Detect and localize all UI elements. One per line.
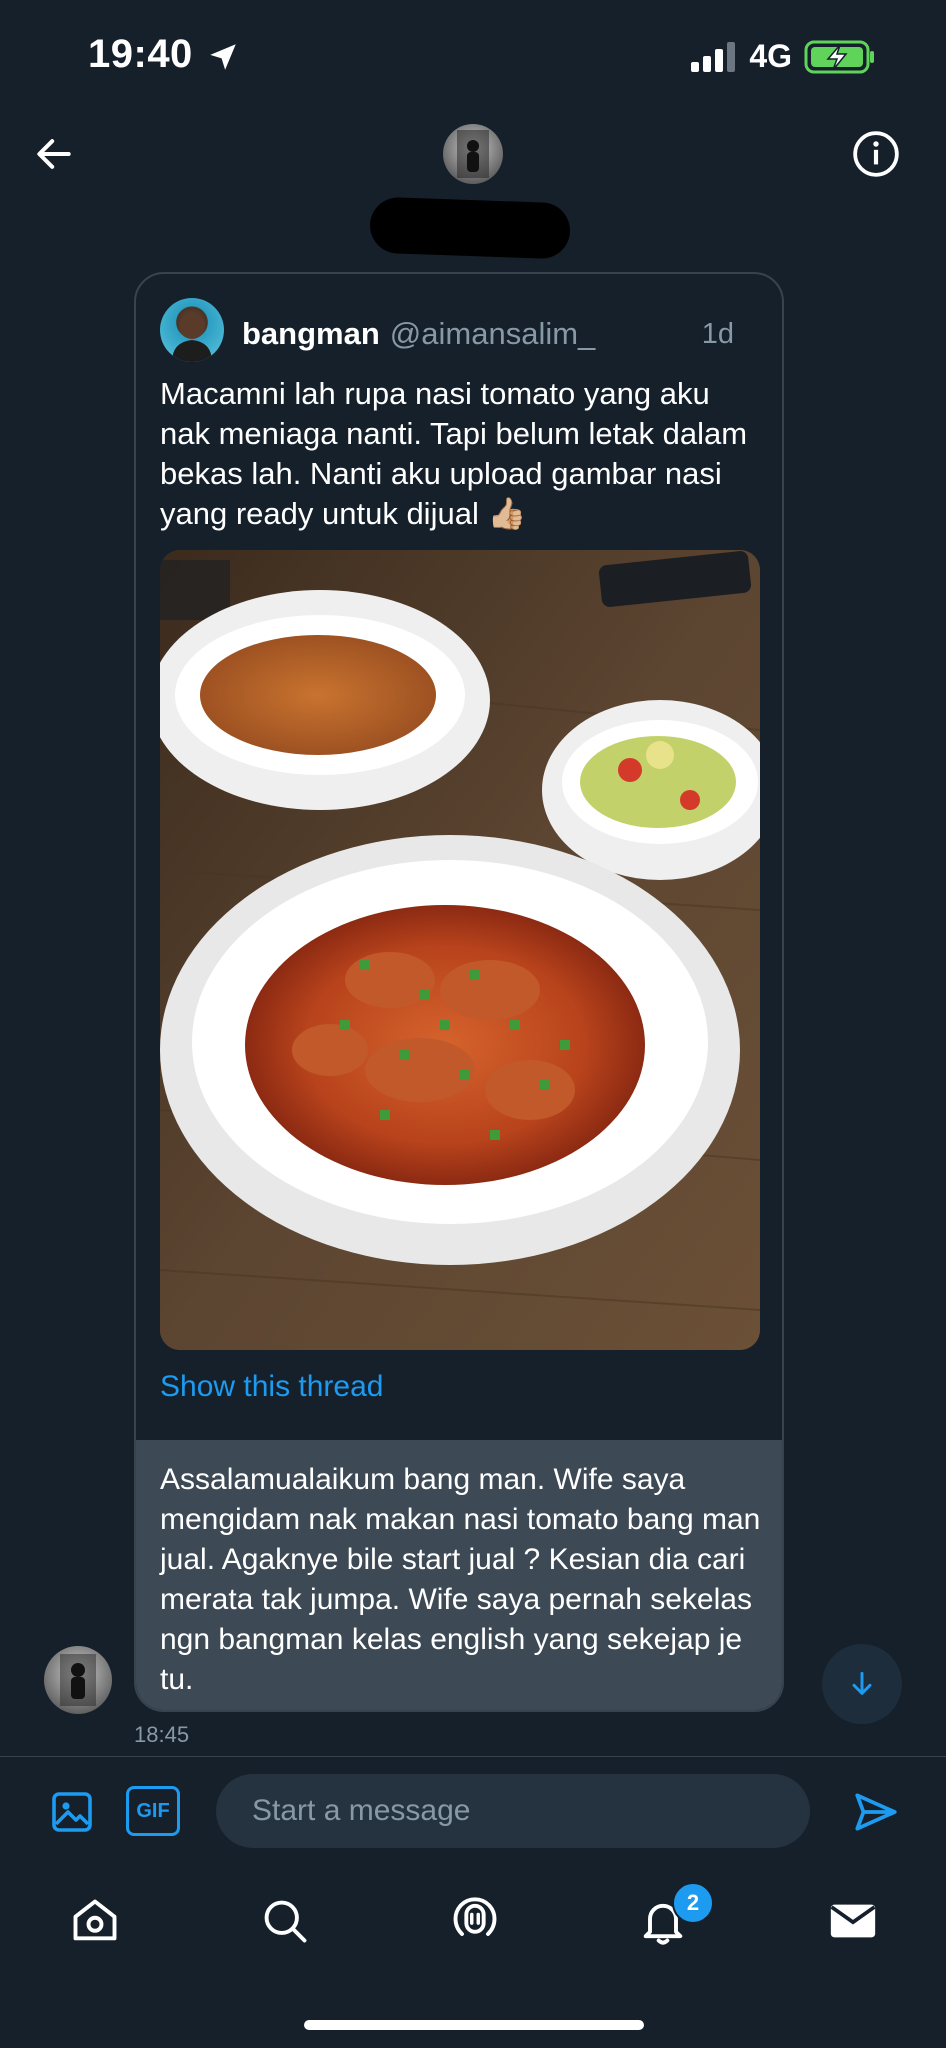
tweet-photo[interactable] (160, 550, 760, 1350)
spaces-icon (453, 1897, 497, 1936)
scroll-to-bottom-button[interactable] (822, 1644, 902, 1724)
shared-tweet-card[interactable]: bangman @aimansalim_ 1d Macamni lah rupa… (134, 272, 784, 1712)
gif-label: GIF (136, 1799, 170, 1822)
network-label: 4G (749, 38, 792, 74)
arrow-down-icon (852, 1671, 872, 1695)
nav-spaces[interactable] (442, 1888, 508, 1954)
home-icon (73, 1899, 117, 1941)
tweet-author-name[interactable]: bangman (242, 316, 380, 352)
send-icon (855, 1793, 897, 1831)
message-input-placeholder: Start a message (252, 1794, 471, 1827)
composer-divider (0, 1756, 946, 1757)
back-button[interactable] (28, 128, 80, 180)
nav-home[interactable] (62, 1888, 128, 1954)
search-icon (264, 1900, 307, 1943)
messages-icon (830, 1904, 876, 1938)
tweet-author-handle[interactable]: @aimansalim_ (390, 316, 595, 352)
info-circle-icon (853, 131, 899, 177)
show-thread-link[interactable]: Show this thread (160, 1370, 383, 1404)
message-text: Assalamualaikum bang man. Wife saya meng… (160, 1463, 761, 1696)
author-photo (172, 313, 212, 362)
home-indicator (304, 2020, 644, 2030)
signal-icon (691, 41, 736, 72)
message-bubble[interactable]: Assalamualaikum bang man. Wife saya meng… (136, 1440, 782, 1710)
battery-charging-icon (804, 40, 874, 73)
nav-search[interactable] (252, 1888, 318, 1954)
notification-count-badge: 2 (672, 1882, 714, 1924)
person-silhouette-icon (457, 130, 489, 178)
status-time: 19:40 (88, 32, 193, 76)
tweet-author-avatar[interactable] (160, 298, 224, 362)
tweet-author: bangman @aimansalim_ (242, 316, 595, 352)
info-button[interactable] (848, 126, 904, 182)
sender-avatar[interactable] (44, 1646, 112, 1714)
send-button[interactable] (846, 1782, 906, 1842)
location-arrow-icon (210, 44, 236, 70)
add-gif-button[interactable]: GIF (126, 1786, 180, 1836)
conversation-avatar[interactable] (443, 124, 503, 184)
add-image-button[interactable] (44, 1784, 100, 1840)
nav-messages[interactable] (820, 1888, 886, 1954)
food-photo (160, 550, 760, 1350)
person-silhouette-icon (60, 1654, 96, 1706)
tweet-text: Macamni lah rupa nasi tomato yang aku na… (160, 376, 748, 531)
message-timestamp: 18:45 (134, 1722, 190, 1747)
message-input[interactable]: Start a message (216, 1774, 810, 1848)
status-indicators: 4G (691, 38, 876, 75)
redacted-contact-name (369, 196, 571, 260)
tweet-age: 1d (701, 318, 734, 350)
image-icon (52, 1792, 92, 1832)
arrow-left-icon (37, 139, 71, 169)
